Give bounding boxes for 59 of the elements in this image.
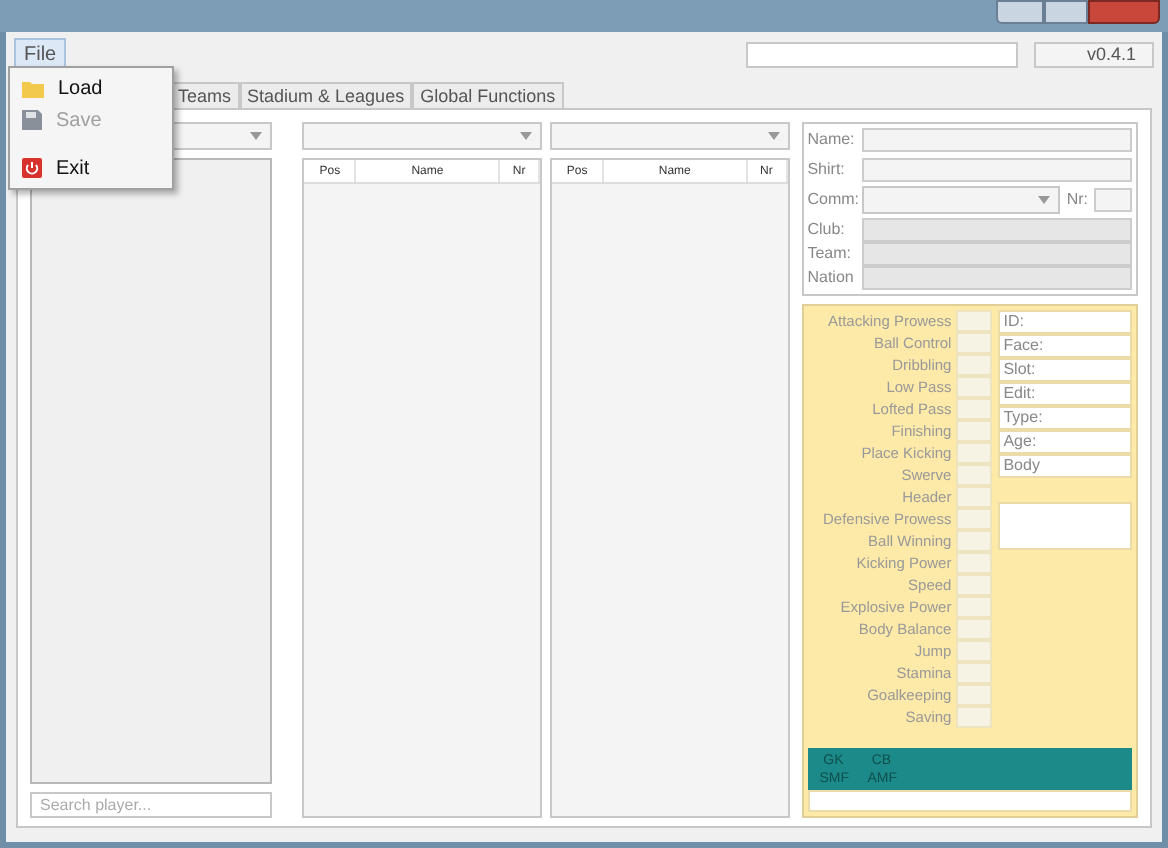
stat-field[interactable]	[955, 684, 992, 706]
field-label: Nr:	[1066, 188, 1089, 212]
stat-field[interactable]	[955, 354, 992, 376]
dropdown[interactable]	[302, 122, 543, 150]
minimize-button[interactable]	[996, 0, 1044, 24]
stat-field[interactable]	[955, 596, 992, 618]
stat-field[interactable]	[955, 310, 992, 332]
stat-field[interactable]	[955, 332, 992, 354]
detail-field: Body	[997, 454, 1133, 478]
search-field[interactable]: Search player...	[30, 792, 272, 818]
dropdown-arrow-icon	[1038, 196, 1051, 204]
maximize-button[interactable]	[1044, 0, 1088, 24]
dropdown-arrow-icon	[767, 132, 780, 140]
stat-field[interactable]	[955, 376, 992, 398]
tab[interactable]: Teams	[170, 82, 240, 108]
field-label: Club:	[807, 218, 847, 242]
stat-field[interactable]	[955, 574, 992, 596]
stat-field[interactable]	[955, 530, 992, 552]
text-area[interactable]	[997, 502, 1133, 550]
field-label: Name:	[807, 128, 857, 152]
player-list[interactable]	[30, 158, 272, 784]
close-button[interactable]	[1088, 0, 1160, 24]
shirt-field[interactable]	[861, 158, 1133, 182]
power-icon	[22, 158, 42, 178]
stat-field[interactable]	[955, 442, 992, 464]
detail-field: ID:	[997, 310, 1133, 334]
tab[interactable]: Global Functions	[412, 82, 564, 108]
menu-item[interactable]: Exit	[10, 152, 172, 184]
version-label: v0.4.1	[1034, 41, 1154, 67]
stat-field[interactable]	[955, 552, 992, 574]
text-field[interactable]	[807, 790, 1133, 812]
stat-field[interactable]	[955, 508, 992, 530]
detail-field: Age:	[997, 430, 1133, 454]
name-field[interactable]	[861, 128, 1133, 152]
detail-field: Type:	[997, 406, 1133, 430]
stat-field[interactable]	[955, 706, 992, 728]
stat-field[interactable]	[955, 486, 992, 508]
field-label: Nation	[807, 266, 856, 290]
dropdown-arrow-icon	[249, 132, 262, 140]
number-field[interactable]	[1094, 188, 1133, 212]
field-label: Shirt:	[807, 158, 847, 182]
stat-field[interactable]	[955, 398, 992, 420]
stat-field[interactable]	[955, 618, 992, 640]
text-field[interactable]	[746, 41, 1018, 67]
detail-field: Edit:	[997, 382, 1133, 406]
folder-icon	[22, 79, 44, 97]
dropdown[interactable]	[861, 186, 1061, 214]
stat-field[interactable]	[955, 464, 992, 486]
stat-field[interactable]	[955, 420, 992, 442]
detail-field: Slot:	[997, 358, 1133, 382]
stat-field[interactable]	[955, 640, 992, 662]
menu-item[interactable]: Load	[10, 72, 172, 104]
tab[interactable]: Stadium & Leagues	[239, 82, 413, 108]
dropdown-arrow-icon	[520, 132, 533, 140]
stat-field[interactable]	[955, 662, 992, 684]
field-label: Team:	[807, 242, 854, 266]
detail-field: Face:	[997, 334, 1133, 358]
field-label: Comm:	[807, 188, 860, 212]
dropdown[interactable]	[550, 122, 790, 150]
